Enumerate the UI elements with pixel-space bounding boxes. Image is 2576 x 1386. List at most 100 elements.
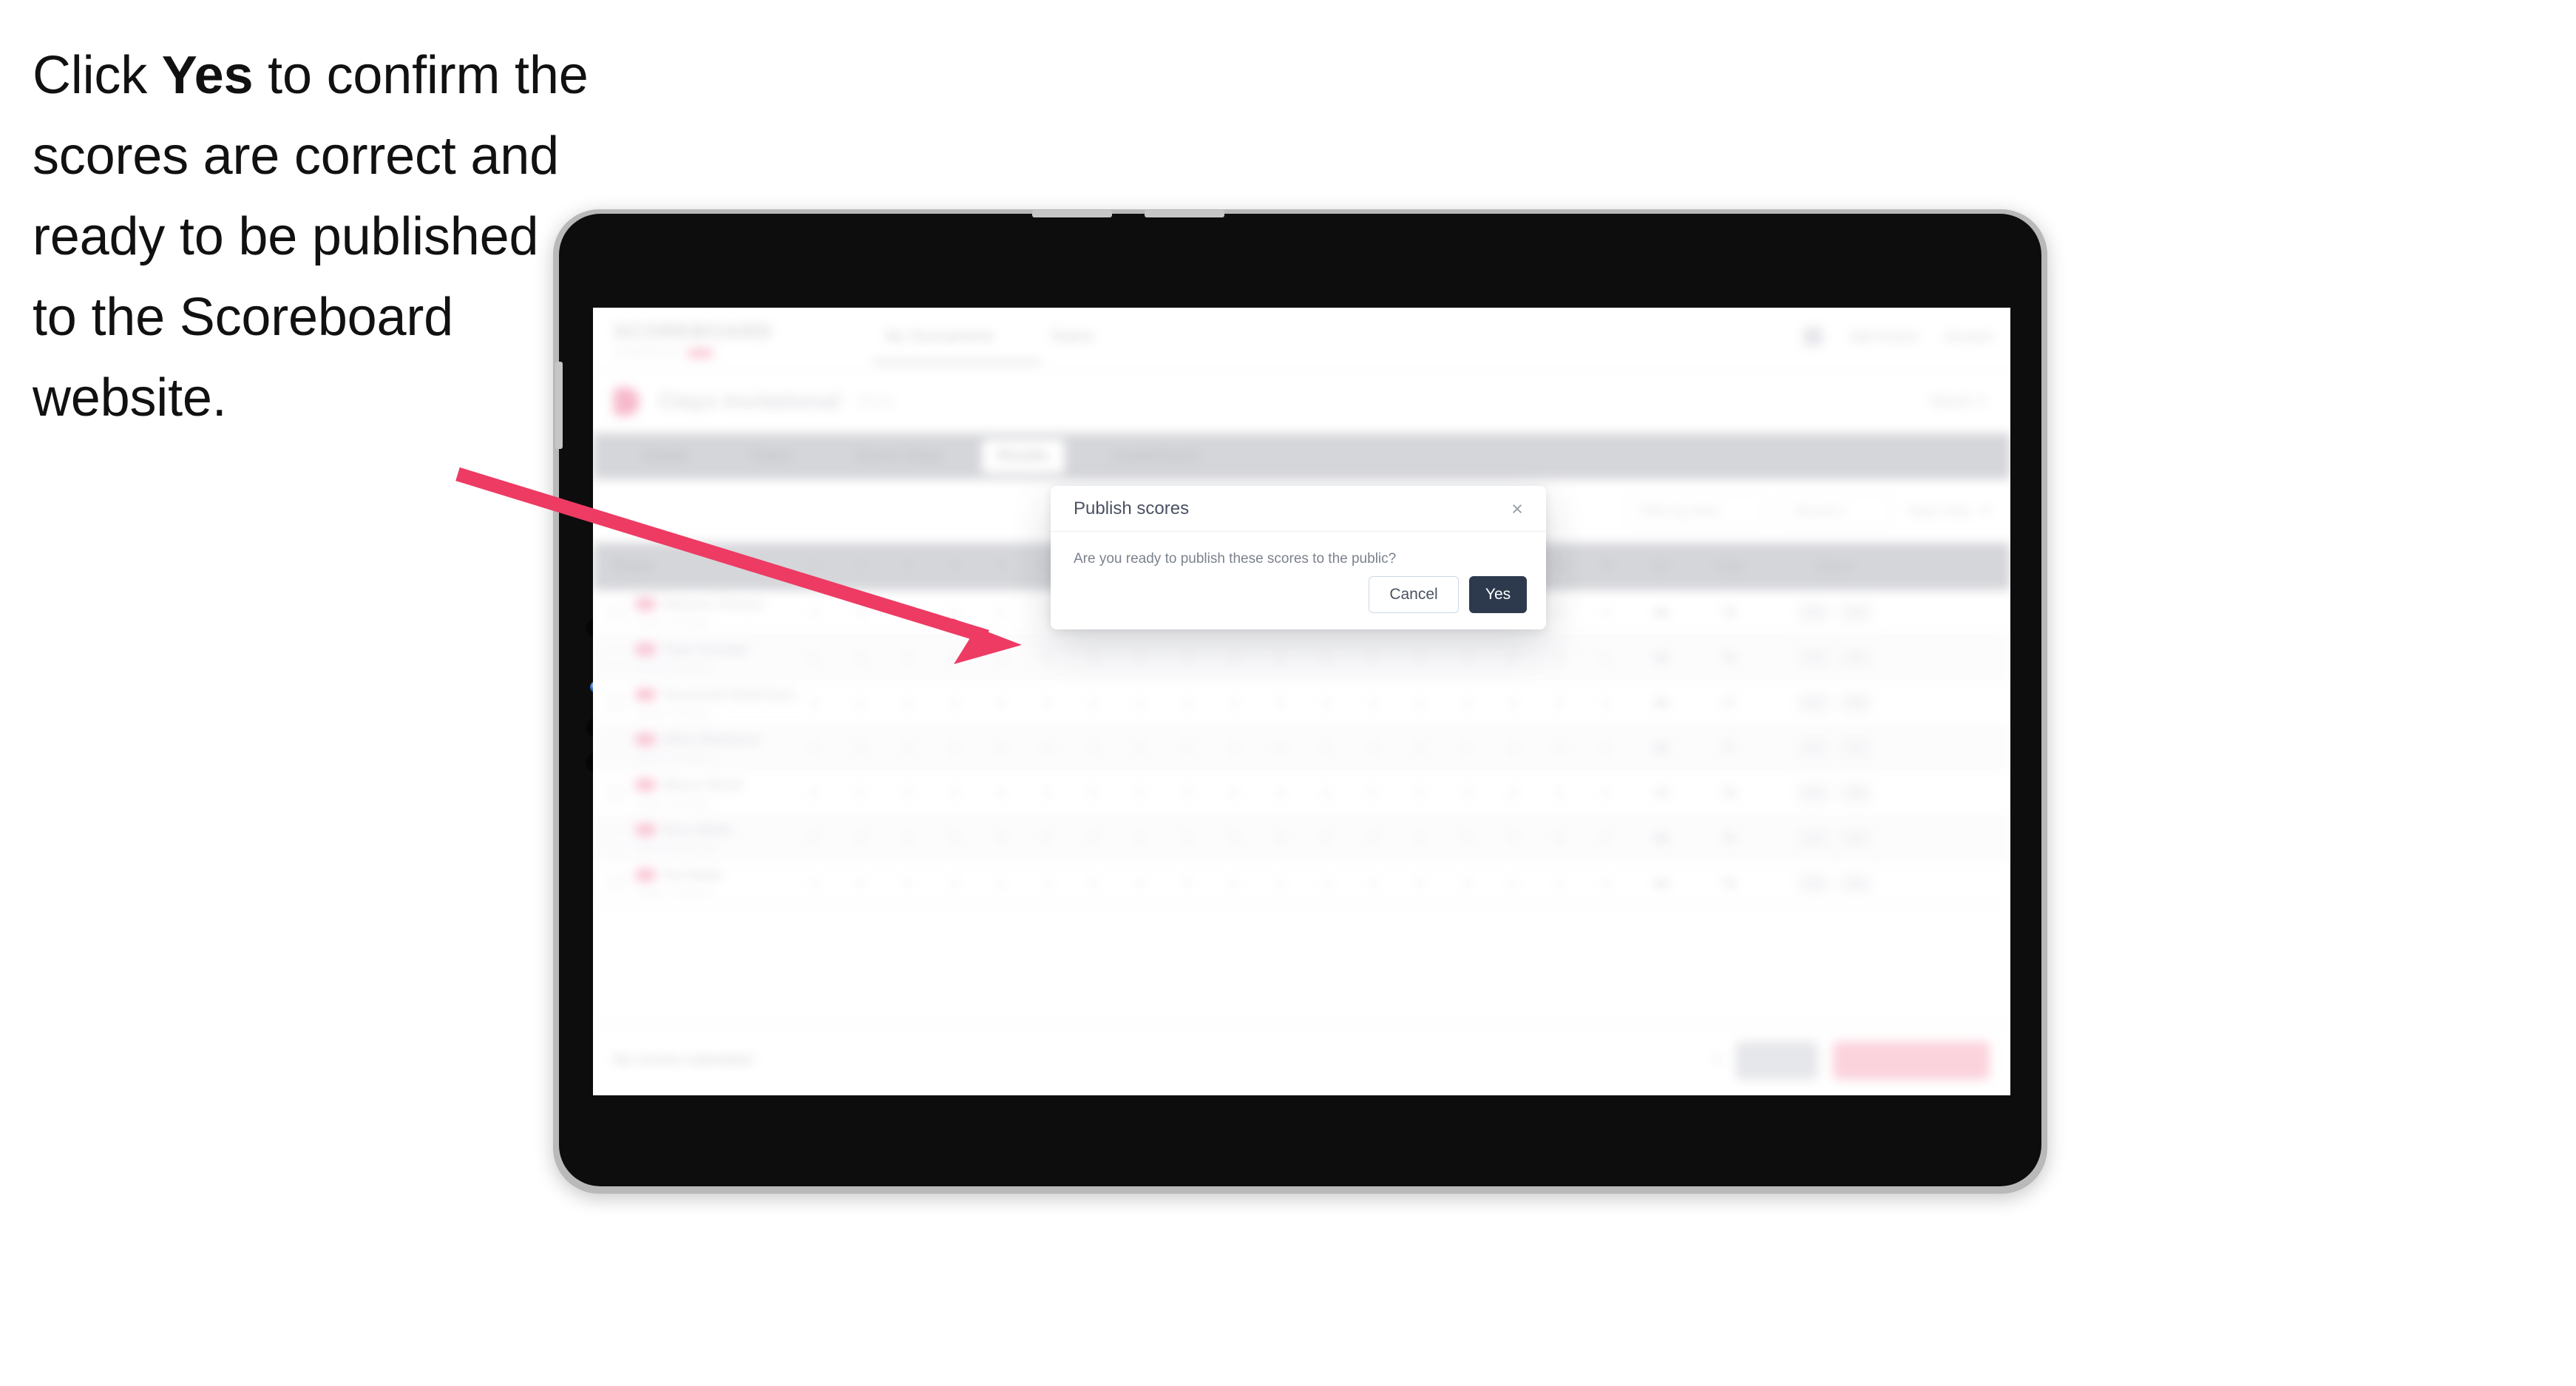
score-cell-hole-11[interactable]: 0	[1257, 726, 1304, 771]
tab-results[interactable]: Results	[973, 433, 1074, 479]
score-cell-hole-4[interactable]: 0	[931, 726, 977, 771]
score-cell-hole-16[interactable]: 0	[1490, 635, 1536, 680]
row-checkbox[interactable]	[608, 874, 626, 892]
table-row[interactable]: Mason Brant Team 2 Group 2000000000000000…	[593, 771, 2010, 816]
score-cell-hole-5[interactable]: 0	[977, 590, 1024, 635]
score-cell-hole-4[interactable]: 0	[931, 635, 977, 680]
score-cell-hole-4[interactable]: 0	[931, 861, 977, 906]
score-cell-hole-13[interactable]: 0	[1350, 816, 1397, 861]
score-cell-hole-3[interactable]: 0	[884, 590, 931, 635]
score-cell-hole-16[interactable]: 0	[1490, 861, 1536, 906]
score-cell-hole-15[interactable]: 0	[1443, 726, 1490, 771]
score-cell-hole-1[interactable]: 0	[791, 635, 838, 680]
score-cell-hole-10[interactable]: 0	[1210, 861, 1257, 906]
score-cell-hole-1[interactable]: 0	[791, 861, 838, 906]
score-cell-hole-9[interactable]: 0	[1164, 635, 1210, 680]
yes-button[interactable]: Yes	[1469, 576, 1527, 613]
score-cell-hole-15[interactable]: 0	[1443, 816, 1490, 861]
score-cell-hole-4[interactable]: 0	[931, 590, 977, 635]
table-row[interactable]: Piper Kendall Team 2 Group 10000000000000…	[593, 635, 2010, 680]
score-cell-hole-8[interactable]: 0	[1117, 726, 1164, 771]
score-cell-hole-13[interactable]: 0	[1350, 861, 1397, 906]
score-cell-hole-2[interactable]: 0	[838, 590, 884, 635]
score-cell-hole-5[interactable]: 0	[977, 635, 1024, 680]
cancel-button[interactable]: Cancel	[1369, 576, 1459, 613]
score-cell-hole-17[interactable]: 0	[1536, 816, 1583, 861]
row-checkbox[interactable]	[608, 694, 626, 711]
table-row[interactable]: Nora Webb Team 3 Group 200000000000000000…	[593, 816, 2010, 861]
tab-scorer-setup[interactable]: Scorer Setup	[824, 433, 973, 479]
score-cell-hole-13[interactable]: 0	[1350, 771, 1397, 816]
publish-scores-button[interactable]	[1833, 1041, 1990, 1080]
row-checkbox[interactable]	[608, 739, 626, 757]
score-cell-hole-1[interactable]: 0	[791, 590, 838, 635]
row-checkbox[interactable]	[608, 649, 626, 666]
score-cell-hole-5[interactable]: 0	[977, 726, 1024, 771]
score-cell-hole-16[interactable]: 0	[1490, 726, 1536, 771]
score-cell-hole-10[interactable]: 0	[1210, 726, 1257, 771]
score-cell-hole-11[interactable]: 0	[1257, 861, 1304, 906]
score-cell-hole-6[interactable]: 0	[1024, 680, 1071, 726]
score-cell-hole-5[interactable]: 0	[977, 816, 1024, 861]
score-cell-hole-13[interactable]: 0	[1350, 726, 1397, 771]
score-cell-hole-11[interactable]: 0	[1257, 680, 1304, 726]
score-cell-hole-6[interactable]: 0	[1024, 726, 1071, 771]
score-cell-hole-12[interactable]: 0	[1304, 816, 1350, 861]
score-cell-hole-4[interactable]: 0	[931, 816, 977, 861]
table-row[interactable]: Elliot Whitmore Team 1 Group 200000000000…	[593, 726, 2010, 771]
score-cell-hole-17[interactable]: 0	[1536, 635, 1583, 680]
score-cell-hole-18[interactable]: 0	[1583, 635, 1630, 680]
score-cell-hole-1[interactable]: 0	[791, 726, 838, 771]
score-cell-hole-1[interactable]: 0	[791, 771, 838, 816]
nav-item-my-tournaments[interactable]: My Tournaments	[885, 328, 994, 345]
score-cell-hole-1[interactable]: 0	[791, 816, 838, 861]
notification-icon[interactable]	[1803, 327, 1823, 346]
score-cell-hole-7[interactable]: 0	[1071, 726, 1117, 771]
score-cell-hole-6[interactable]: 0	[1024, 635, 1071, 680]
score-cell-hole-17[interactable]: 0	[1536, 771, 1583, 816]
score-cell-hole-10[interactable]: 0	[1210, 816, 1257, 861]
score-cell-hole-14[interactable]: 0	[1397, 680, 1443, 726]
score-cell-hole-3[interactable]: 0	[884, 861, 931, 906]
score-cell-hole-10[interactable]: 0	[1210, 635, 1257, 680]
save-button[interactable]	[1735, 1041, 1818, 1080]
header-add-scores-link[interactable]: Add Scores	[1849, 329, 1918, 345]
tab-leaderboard[interactable]: Leaderboard	[1074, 433, 1238, 479]
score-cell-hole-2[interactable]: 0	[838, 680, 884, 726]
row-checkbox[interactable]	[608, 604, 626, 621]
score-cell-hole-13[interactable]: 0	[1350, 635, 1397, 680]
score-cell-hole-8[interactable]: 0	[1117, 635, 1164, 680]
score-cell-hole-18[interactable]: 0	[1583, 816, 1630, 861]
score-cell-hole-7[interactable]: 0	[1071, 680, 1117, 726]
score-cell-hole-15[interactable]: 0	[1443, 635, 1490, 680]
score-cell-hole-12[interactable]: 0	[1304, 726, 1350, 771]
score-cell-hole-18[interactable]: 0	[1583, 861, 1630, 906]
score-cell-hole-14[interactable]: 0	[1397, 861, 1443, 906]
score-cell-hole-3[interactable]: 0	[884, 726, 931, 771]
header-account-link[interactable]: Account	[1945, 329, 1993, 345]
score-cell-hole-4[interactable]: 0	[931, 680, 977, 726]
row-checkbox[interactable]	[608, 829, 626, 847]
volume-button-up[interactable]	[1032, 210, 1112, 217]
score-cell-hole-4[interactable]: 0	[931, 771, 977, 816]
score-cell-hole-11[interactable]: 0	[1257, 635, 1304, 680]
table-row[interactable]: Savannah Robertson Team 3 Group 100000000…	[593, 680, 2010, 726]
tab-details[interactable]: Details	[614, 433, 719, 479]
filter-1[interactable]: Filter by team	[1625, 493, 1765, 529]
score-cell-hole-11[interactable]: 0	[1257, 771, 1304, 816]
score-cell-hole-15[interactable]: 0	[1443, 771, 1490, 816]
score-cell-hole-5[interactable]: 0	[977, 861, 1024, 906]
score-cell-hole-16[interactable]: 0	[1490, 771, 1536, 816]
score-cell-hole-7[interactable]: 0	[1071, 861, 1117, 906]
score-cell-hole-6[interactable]: 0	[1024, 861, 1071, 906]
score-cell-hole-6[interactable]: 0	[1024, 771, 1071, 816]
filter-3[interactable]: Team Only	[1907, 504, 1991, 519]
score-cell-hole-7[interactable]: 0	[1071, 635, 1117, 680]
score-cell-hole-9[interactable]: 0	[1164, 680, 1210, 726]
score-cell-hole-3[interactable]: 0	[884, 771, 931, 816]
score-cell-hole-1[interactable]: 0	[791, 680, 838, 726]
score-cell-hole-11[interactable]: 0	[1257, 816, 1304, 861]
score-cell-hole-7[interactable]: 0	[1071, 771, 1117, 816]
score-cell-hole-18[interactable]: 0	[1583, 726, 1630, 771]
score-cell-hole-8[interactable]: 0	[1117, 680, 1164, 726]
